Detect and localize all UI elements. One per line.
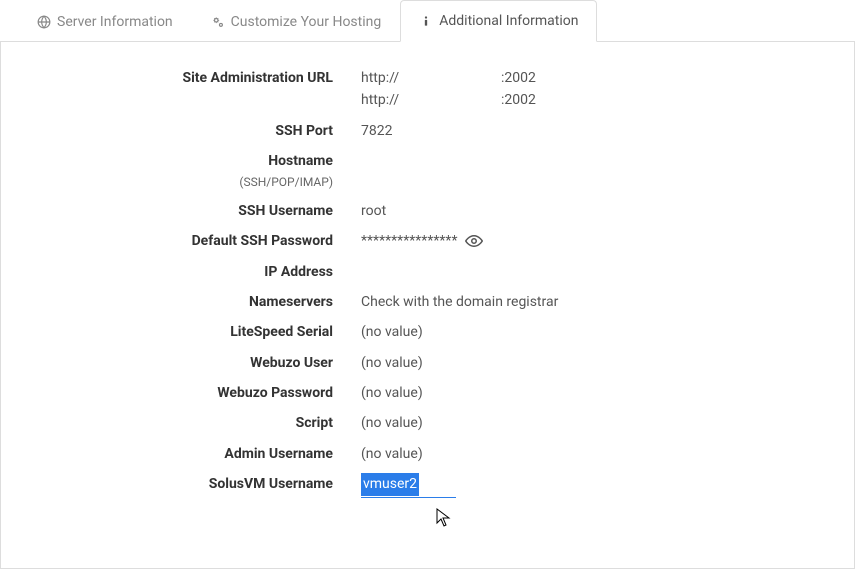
value-webuzo-password: (no value) [361, 382, 834, 404]
info-icon [419, 14, 433, 28]
url-prefix-1: http:// [361, 67, 501, 89]
row-site-admin-url: Site Administration URL http:// :2002 ht… [21, 67, 834, 112]
globe-icon [37, 15, 51, 29]
tab-additional-information[interactable]: Additional Information [400, 0, 597, 42]
password-masked: **************** [361, 230, 457, 252]
row-nameservers: Nameservers Check with the domain regist… [21, 291, 834, 313]
label-webuzo-user: Webuzo User [21, 352, 361, 374]
url-prefix-2: http:// [361, 89, 501, 111]
value-solusvm-username: vmuser2 [361, 473, 834, 497]
row-ssh-port: SSH Port 7822 [21, 120, 834, 142]
tab-customize-hosting[interactable]: Customize Your Hosting [192, 0, 401, 42]
gears-icon [211, 15, 225, 29]
url-port-1: :2002 [501, 67, 536, 89]
value-webuzo-user: (no value) [361, 352, 834, 374]
mouse-cursor [436, 508, 834, 528]
value-admin-username: (no value) [361, 443, 834, 465]
value-ssh-username: root [361, 200, 834, 222]
value-site-admin-url: http:// :2002 http:// :2002 [361, 67, 834, 112]
label-nameservers: Nameservers [21, 291, 361, 313]
tab-label: Customize Your Hosting [231, 14, 382, 30]
label-default-ssh-password: Default SSH Password [21, 230, 361, 252]
row-ssh-username: SSH Username root [21, 200, 834, 222]
tab-label: Additional Information [439, 13, 578, 29]
row-script: Script (no value) [21, 412, 834, 434]
value-script: (no value) [361, 412, 834, 434]
row-default-ssh-password: Default SSH Password **************** [21, 230, 834, 252]
row-litespeed-serial: LiteSpeed Serial (no value) [21, 321, 834, 343]
tabs-bar: Server Information Customize Your Hostin… [0, 0, 855, 42]
eye-icon[interactable] [465, 234, 483, 248]
tab-label: Server Information [57, 14, 173, 30]
tab-content: Site Administration URL http:// :2002 ht… [0, 42, 855, 569]
label-admin-username: Admin Username [21, 443, 361, 465]
label-webuzo-password: Webuzo Password [21, 382, 361, 404]
row-ip-address: IP Address [21, 261, 834, 283]
label-script: Script [21, 412, 361, 434]
tab-server-information[interactable]: Server Information [18, 0, 192, 42]
label-ssh-port: SSH Port [21, 120, 361, 142]
value-ssh-port: 7822 [361, 120, 834, 142]
row-solusvm-username: SolusVM Username vmuser2 [21, 473, 834, 497]
row-webuzo-user: Webuzo User (no value) [21, 352, 834, 374]
label-hostname-sub: (SSH/POP/IMAP) [21, 173, 333, 192]
row-admin-username: Admin Username (no value) [21, 443, 834, 465]
value-nameservers: Check with the domain registrar [361, 291, 834, 313]
label-ip-address: IP Address [21, 261, 361, 283]
solusvm-username-selected[interactable]: vmuser2 [361, 473, 419, 495]
label-solusvm-username: SolusVM Username [21, 473, 361, 495]
label-litespeed-serial: LiteSpeed Serial [21, 321, 361, 343]
row-hostname: Hostname (SSH/POP/IMAP) [21, 150, 834, 192]
value-litespeed-serial: (no value) [361, 321, 834, 343]
label-ssh-username: SSH Username [21, 200, 361, 222]
row-webuzo-password: Webuzo Password (no value) [21, 382, 834, 404]
label-site-admin-url: Site Administration URL [21, 67, 361, 89]
value-default-ssh-password: **************** [361, 230, 834, 252]
label-hostname: Hostname (SSH/POP/IMAP) [21, 150, 361, 192]
label-hostname-text: Hostname [268, 153, 333, 169]
url-port-2: :2002 [501, 89, 536, 111]
